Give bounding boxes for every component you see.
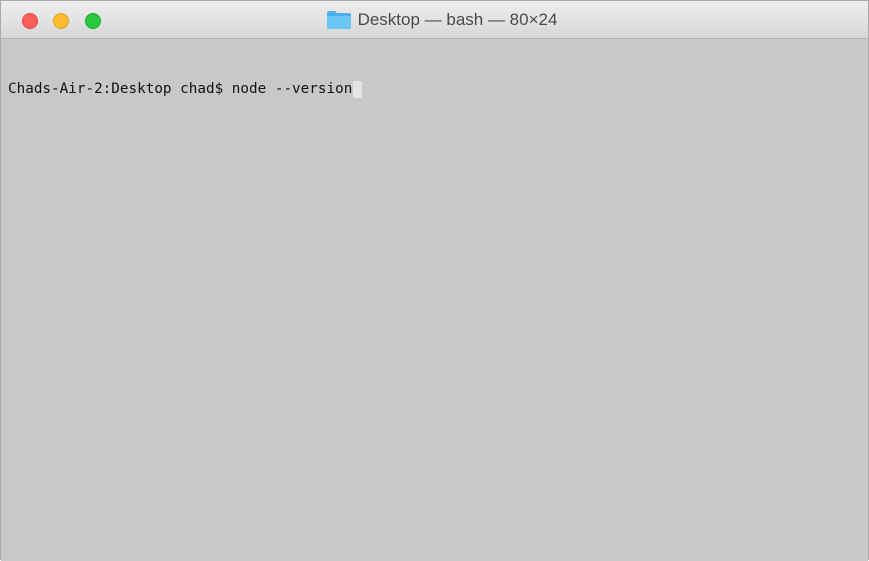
folder-icon (326, 10, 352, 30)
window-title-text: Desktop — bash — 80×24 (357, 10, 558, 29)
terminal-window: Desktop — bash — 80×24 Chads-Air-2:Deskt… (0, 0, 869, 561)
command-text: node --version (231, 81, 353, 97)
text-cursor (353, 80, 363, 98)
window-title: Desktop — bash — 80×24 (1, 1, 868, 39)
title-bar[interactable]: Desktop — bash — 80×24 (1, 1, 868, 39)
shell-prompt: Chads-Air-2:Desktop chad$ (8, 81, 232, 97)
terminal-line: Chads-Air-2:Desktop chad$ node --version (8, 80, 868, 98)
terminal-content[interactable]: Chads-Air-2:Desktop chad$ node --version (1, 39, 868, 561)
